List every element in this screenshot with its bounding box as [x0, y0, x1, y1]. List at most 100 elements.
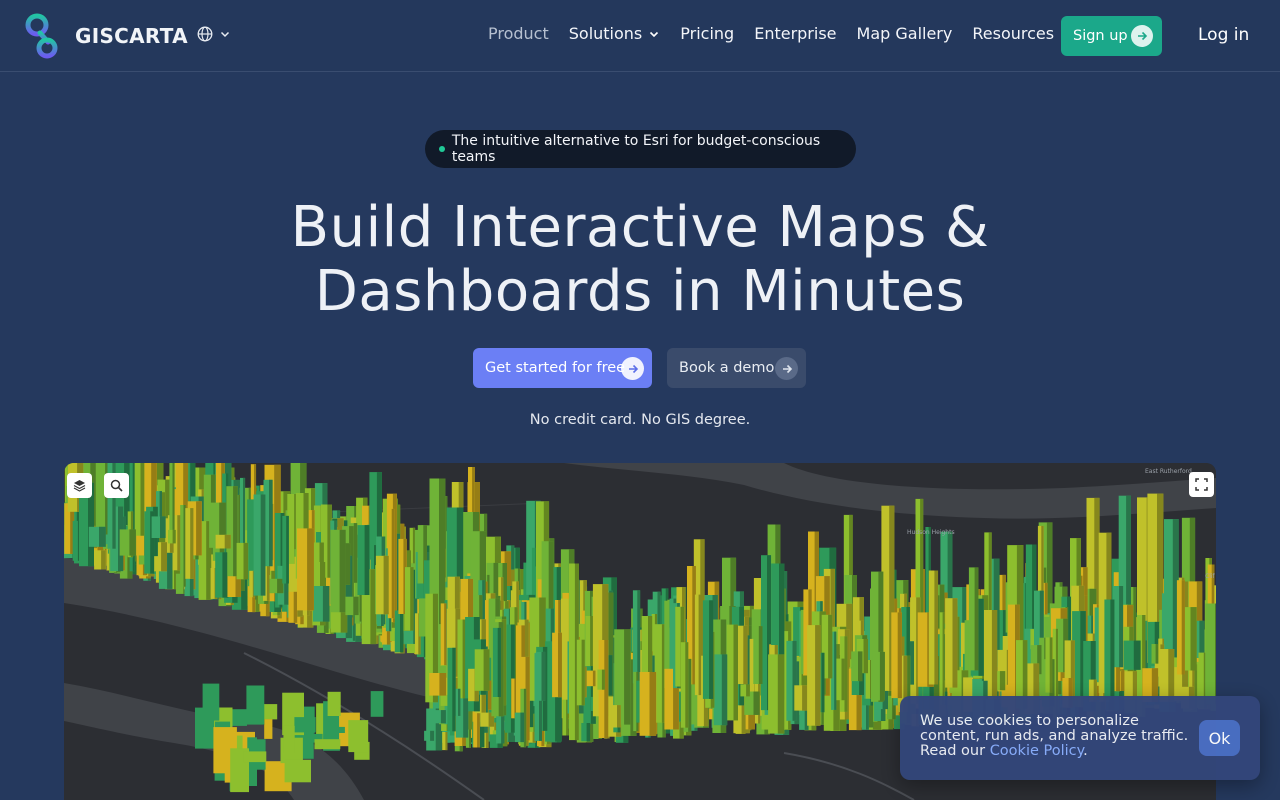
building-side	[172, 463, 175, 534]
building-side	[999, 671, 1006, 691]
building-side	[160, 516, 166, 538]
building-side	[286, 515, 289, 584]
building-side	[497, 627, 501, 697]
building-side	[637, 590, 641, 684]
building-block	[284, 759, 311, 783]
building-side	[1133, 640, 1141, 670]
cookie-message: We use cookies to personalize content, r…	[920, 714, 1190, 759]
building-side	[140, 463, 145, 536]
building-side	[383, 555, 389, 615]
building-side	[858, 651, 863, 682]
building-side	[586, 723, 591, 742]
building-side	[322, 586, 330, 622]
building-side	[1120, 668, 1125, 691]
language-selector[interactable]	[197, 26, 231, 42]
map-label-east-rutherford: East Rutherford	[1145, 468, 1192, 475]
building-block	[294, 717, 316, 733]
building-block	[264, 719, 273, 739]
building-side	[1110, 599, 1115, 700]
building-side	[991, 610, 998, 697]
cookie-suffix: .	[1083, 743, 1088, 759]
book-demo-button[interactable]: Book a demo	[667, 348, 806, 388]
building-side	[617, 705, 621, 728]
building-side	[743, 625, 748, 685]
building-side	[339, 529, 346, 613]
arrow-right-icon	[621, 357, 644, 380]
building-side	[974, 567, 979, 671]
menu-item-label: Pricing	[680, 24, 735, 43]
building-block	[370, 691, 384, 717]
building-side	[758, 626, 763, 684]
log-in-link[interactable]: Log in	[1198, 25, 1249, 45]
status-dot	[439, 146, 445, 152]
headline-line-2: Dashboards in Minutes	[314, 259, 966, 324]
menu-item-label: Resources	[972, 24, 1055, 43]
top-navigation: GISCARTA Product Solutions Pricing Enter…	[0, 0, 1280, 72]
building-side	[866, 705, 869, 730]
get-started-button[interactable]: Get started for free	[473, 348, 652, 388]
layers-button[interactable]	[67, 473, 92, 498]
menu-item-map-gallery[interactable]: Map Gallery	[857, 24, 953, 43]
brand-name[interactable]: GISCARTA	[75, 24, 188, 48]
building-side	[243, 477, 245, 555]
building-side	[863, 639, 868, 674]
cookie-ok-button[interactable]: Ok	[1199, 720, 1240, 756]
building-side	[541, 651, 546, 701]
building-side	[649, 672, 657, 736]
menu-item-product[interactable]: Product	[488, 24, 549, 43]
chevron-down-icon	[650, 31, 659, 37]
arrow-right-icon	[775, 357, 798, 380]
announcement-text: The intuitive alternative to Esri for bu…	[451, 133, 821, 165]
building-side	[430, 730, 435, 741]
sign-up-button[interactable]: Sign up	[1061, 16, 1162, 56]
menu-item-enterprise[interactable]: Enterprise	[754, 24, 836, 43]
building-block	[243, 751, 267, 763]
main-menu: Product Solutions Pricing Enterprise Map…	[488, 24, 1092, 43]
giscarta-logo-icon[interactable]	[22, 12, 64, 60]
building-block	[327, 691, 341, 716]
building-side	[821, 652, 825, 713]
building-side	[269, 479, 273, 567]
building-block	[283, 725, 295, 753]
building-side	[364, 525, 370, 595]
menu-item-pricing[interactable]: Pricing	[680, 24, 734, 43]
building-side	[445, 732, 448, 751]
building-side	[624, 629, 631, 725]
menu-item-resources[interactable]: Resources	[972, 24, 1072, 43]
building-side	[601, 669, 605, 690]
building-side	[452, 647, 456, 732]
building-side	[1215, 603, 1216, 705]
building-side	[685, 642, 689, 728]
building-side	[1168, 649, 1175, 702]
building-side	[942, 612, 945, 705]
building-block	[314, 739, 341, 750]
building-side	[581, 639, 585, 706]
menu-item-label: Enterprise	[754, 24, 837, 43]
building-side	[844, 636, 848, 712]
building-side	[391, 508, 395, 619]
building-side	[172, 529, 176, 544]
building-block	[202, 683, 220, 721]
get-started-label: Get started for free	[485, 360, 626, 376]
fullscreen-button[interactable]	[1189, 472, 1214, 497]
building-side	[952, 598, 958, 688]
building-side	[483, 649, 490, 691]
building-block	[1205, 603, 1216, 705]
building-side	[777, 654, 785, 734]
building-side	[1119, 586, 1124, 668]
menu-item-label: Map Gallery	[856, 24, 953, 43]
menu-item-label: Solutions	[568, 24, 643, 43]
building-side	[746, 684, 750, 697]
building-side	[815, 625, 821, 726]
building-side	[607, 655, 613, 696]
building-side	[828, 614, 833, 679]
cookie-policy-link[interactable]: Cookie Policy	[990, 743, 1083, 759]
layers-icon	[73, 480, 86, 492]
building-side	[721, 654, 728, 726]
building-block	[246, 685, 265, 725]
building-side	[260, 494, 266, 596]
map-search-button[interactable]	[104, 473, 129, 498]
building-side	[688, 658, 692, 732]
building-side	[1199, 620, 1205, 658]
menu-item-solutions[interactable]: Solutions	[569, 24, 661, 43]
